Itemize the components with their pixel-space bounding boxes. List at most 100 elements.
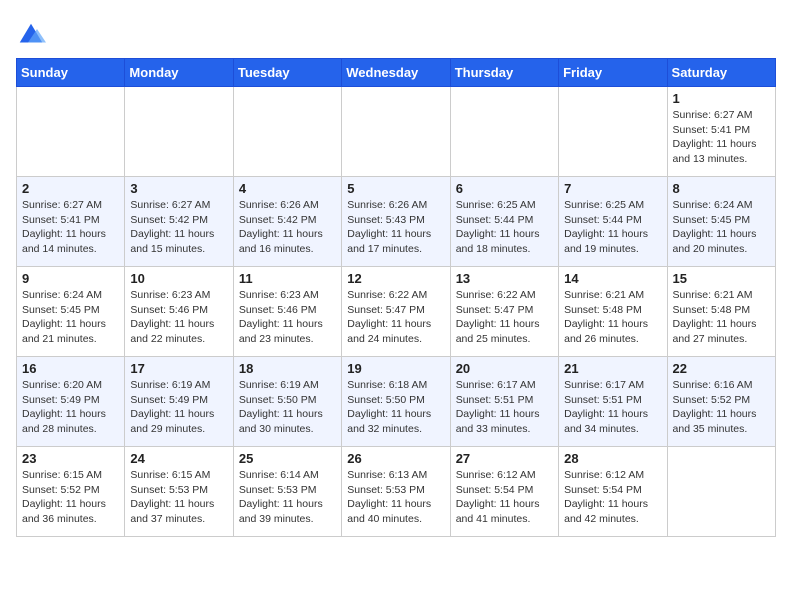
day-number: 22	[673, 361, 770, 376]
day-number: 16	[22, 361, 119, 376]
calendar-week-row: 2 Sunrise: 6:27 AM Sunset: 5:41 PM Daylig…	[17, 177, 776, 267]
calendar-cell: 14 Sunrise: 6:21 AM Sunset: 5:48 PM Dayli…	[559, 267, 667, 357]
day-info: Sunrise: 6:15 AM Sunset: 5:52 PM Dayligh…	[22, 468, 119, 527]
calendar-cell	[342, 87, 450, 177]
header-wednesday: Wednesday	[342, 59, 450, 87]
day-info: Sunrise: 6:24 AM Sunset: 5:45 PM Dayligh…	[673, 198, 770, 257]
header-friday: Friday	[559, 59, 667, 87]
day-number: 13	[456, 271, 553, 286]
day-number: 28	[564, 451, 661, 466]
calendar-week-row: 23Sunrise: 6:15 AM Sunset: 5:52 PM Dayli…	[17, 447, 776, 537]
calendar-cell: 5 Sunrise: 6:26 AM Sunset: 5:43 PM Daylig…	[342, 177, 450, 267]
day-number: 3	[130, 181, 227, 196]
calendar-cell: 4 Sunrise: 6:26 AM Sunset: 5:42 PM Daylig…	[233, 177, 341, 267]
calendar-cell: 13 Sunrise: 6:22 AM Sunset: 5:47 PM Dayli…	[450, 267, 558, 357]
calendar-cell: 19 Sunrise: 6:18 AM Sunset: 5:50 PM Dayli…	[342, 357, 450, 447]
calendar-cell	[667, 447, 775, 537]
calendar-cell: 21 Sunrise: 6:17 AM Sunset: 5:51 PM Dayli…	[559, 357, 667, 447]
day-number: 11	[239, 271, 336, 286]
day-info: Sunrise: 6:25 AM Sunset: 5:44 PM Dayligh…	[456, 198, 553, 257]
calendar-cell: 8 Sunrise: 6:24 AM Sunset: 5:45 PM Daylig…	[667, 177, 775, 267]
calendar-cell	[233, 87, 341, 177]
day-info: Sunrise: 6:23 AM Sunset: 5:46 PM Dayligh…	[130, 288, 227, 347]
calendar-cell: 20 Sunrise: 6:17 AM Sunset: 5:51 PM Dayli…	[450, 357, 558, 447]
day-info: Sunrise: 6:12 AM Sunset: 5:54 PM Dayligh…	[456, 468, 553, 527]
day-number: 21	[564, 361, 661, 376]
day-info: Sunrise: 6:19 AM Sunset: 5:50 PM Dayligh…	[239, 378, 336, 437]
day-number: 24	[130, 451, 227, 466]
day-info: Sunrise: 6:16 AM Sunset: 5:52 PM Dayligh…	[673, 378, 770, 437]
calendar-cell: 24 Sunrise: 6:15 AM Sunset: 5:53 PM Dayli…	[125, 447, 233, 537]
calendar-week-row: 1 Sunrise: 6:27 AM Sunset: 5:41 PM Daylig…	[17, 87, 776, 177]
day-number: 7	[564, 181, 661, 196]
calendar-week-row: 9 Sunrise: 6:24 AM Sunset: 5:45 PM Daylig…	[17, 267, 776, 357]
logo-icon	[16, 20, 46, 50]
calendar-cell: 22 Sunrise: 6:16 AM Sunset: 5:52 PM Dayli…	[667, 357, 775, 447]
header-sunday: Sunday	[17, 59, 125, 87]
day-number: 8	[673, 181, 770, 196]
day-number: 19	[347, 361, 444, 376]
day-number: 1	[673, 91, 770, 106]
day-info: Sunrise: 6:17 AM Sunset: 5:51 PM Dayligh…	[456, 378, 553, 437]
day-info: Sunrise: 6:21 AM Sunset: 5:48 PM Dayligh…	[564, 288, 661, 347]
calendar-cell: 12Sunrise: 6:22 AM Sunset: 5:47 PM Dayli…	[342, 267, 450, 357]
calendar-cell: 27 Sunrise: 6:12 AM Sunset: 5:54 PM Dayli…	[450, 447, 558, 537]
calendar-cell: 16Sunrise: 6:20 AM Sunset: 5:49 PM Dayli…	[17, 357, 125, 447]
page-header	[16, 16, 776, 50]
day-info: Sunrise: 6:26 AM Sunset: 5:42 PM Dayligh…	[239, 198, 336, 257]
calendar-cell: 11 Sunrise: 6:23 AM Sunset: 5:46 PM Dayli…	[233, 267, 341, 357]
day-number: 15	[673, 271, 770, 286]
day-number: 20	[456, 361, 553, 376]
day-number: 5	[347, 181, 444, 196]
day-number: 6	[456, 181, 553, 196]
day-number: 27	[456, 451, 553, 466]
day-info: Sunrise: 6:27 AM Sunset: 5:42 PM Dayligh…	[130, 198, 227, 257]
day-info: Sunrise: 6:26 AM Sunset: 5:43 PM Dayligh…	[347, 198, 444, 257]
calendar-cell: 3 Sunrise: 6:27 AM Sunset: 5:42 PM Daylig…	[125, 177, 233, 267]
day-info: Sunrise: 6:22 AM Sunset: 5:47 PM Dayligh…	[456, 288, 553, 347]
day-info: Sunrise: 6:18 AM Sunset: 5:50 PM Dayligh…	[347, 378, 444, 437]
day-number: 25	[239, 451, 336, 466]
calendar-cell: 23Sunrise: 6:15 AM Sunset: 5:52 PM Dayli…	[17, 447, 125, 537]
day-number: 10	[130, 271, 227, 286]
day-info: Sunrise: 6:24 AM Sunset: 5:45 PM Dayligh…	[22, 288, 119, 347]
day-info: Sunrise: 6:14 AM Sunset: 5:53 PM Dayligh…	[239, 468, 336, 527]
day-info: Sunrise: 6:27 AM Sunset: 5:41 PM Dayligh…	[673, 108, 770, 167]
day-number: 18	[239, 361, 336, 376]
day-number: 12	[347, 271, 444, 286]
header-thursday: Thursday	[450, 59, 558, 87]
day-number: 2	[22, 181, 119, 196]
calendar-cell: 6 Sunrise: 6:25 AM Sunset: 5:44 PM Daylig…	[450, 177, 558, 267]
day-number: 17	[130, 361, 227, 376]
calendar-cell: 18 Sunrise: 6:19 AM Sunset: 5:50 PM Dayli…	[233, 357, 341, 447]
day-info: Sunrise: 6:27 AM Sunset: 5:41 PM Dayligh…	[22, 198, 119, 257]
day-info: Sunrise: 6:15 AM Sunset: 5:53 PM Dayligh…	[130, 468, 227, 527]
header-monday: Monday	[125, 59, 233, 87]
calendar-cell: 7 Sunrise: 6:25 AM Sunset: 5:44 PM Daylig…	[559, 177, 667, 267]
calendar-cell	[450, 87, 558, 177]
day-info: Sunrise: 6:23 AM Sunset: 5:46 PM Dayligh…	[239, 288, 336, 347]
calendar-cell: 25 Sunrise: 6:14 AM Sunset: 5:53 PM Dayli…	[233, 447, 341, 537]
calendar-cell	[559, 87, 667, 177]
day-number: 26	[347, 451, 444, 466]
day-number: 14	[564, 271, 661, 286]
calendar-cell: 10 Sunrise: 6:23 AM Sunset: 5:46 PM Dayli…	[125, 267, 233, 357]
calendar-table: SundayMondayTuesdayWednesdayThursdayFrid…	[16, 58, 776, 537]
day-info: Sunrise: 6:19 AM Sunset: 5:49 PM Dayligh…	[130, 378, 227, 437]
day-info: Sunrise: 6:12 AM Sunset: 5:54 PM Dayligh…	[564, 468, 661, 527]
day-info: Sunrise: 6:21 AM Sunset: 5:48 PM Dayligh…	[673, 288, 770, 347]
calendar-cell	[17, 87, 125, 177]
calendar-cell: 1 Sunrise: 6:27 AM Sunset: 5:41 PM Daylig…	[667, 87, 775, 177]
day-number: 9	[22, 271, 119, 286]
day-info: Sunrise: 6:25 AM Sunset: 5:44 PM Dayligh…	[564, 198, 661, 257]
calendar-cell: 9 Sunrise: 6:24 AM Sunset: 5:45 PM Daylig…	[17, 267, 125, 357]
calendar-cell: 26Sunrise: 6:13 AM Sunset: 5:53 PM Dayli…	[342, 447, 450, 537]
calendar-cell: 17 Sunrise: 6:19 AM Sunset: 5:49 PM Dayli…	[125, 357, 233, 447]
day-number: 4	[239, 181, 336, 196]
header-tuesday: Tuesday	[233, 59, 341, 87]
calendar-cell	[125, 87, 233, 177]
day-info: Sunrise: 6:17 AM Sunset: 5:51 PM Dayligh…	[564, 378, 661, 437]
calendar-cell: 2 Sunrise: 6:27 AM Sunset: 5:41 PM Daylig…	[17, 177, 125, 267]
calendar-week-row: 16Sunrise: 6:20 AM Sunset: 5:49 PM Dayli…	[17, 357, 776, 447]
calendar-cell: 15 Sunrise: 6:21 AM Sunset: 5:48 PM Dayli…	[667, 267, 775, 357]
